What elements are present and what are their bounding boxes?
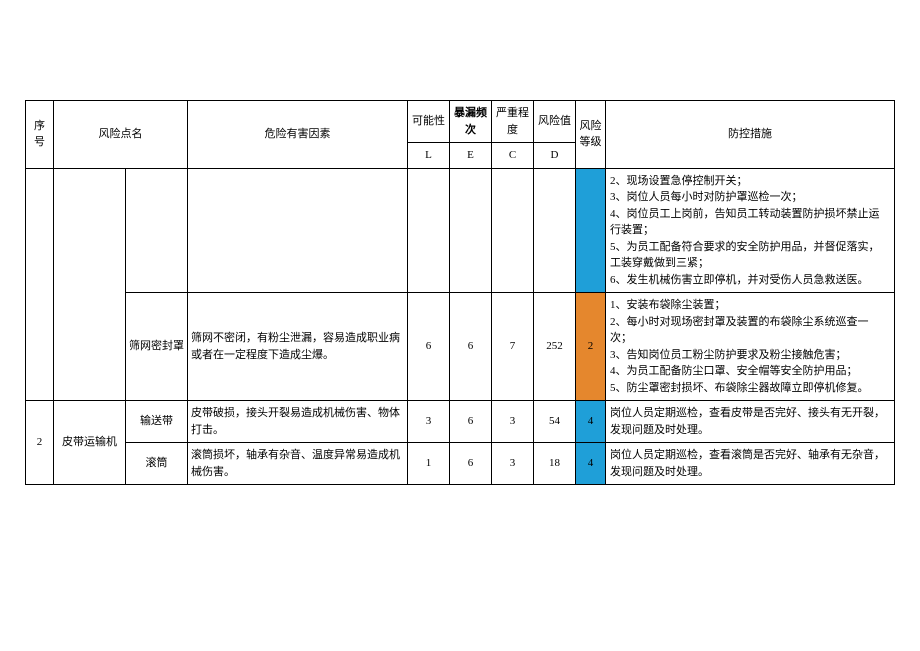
cell-sub: 输送带	[126, 401, 188, 443]
hdr-severity: 严重程度	[492, 101, 534, 143]
cell-C	[492, 168, 534, 293]
table-header: 序号 风险点名 危险有害因素 可能性 暴漏频次 严重程度 风险值 风险等级 防控…	[26, 101, 895, 169]
cell-L: 6	[408, 293, 450, 401]
cell-L	[408, 168, 450, 293]
cell-sub: 筛网密封罩	[126, 293, 188, 401]
hdr-riskpoint: 风险点名	[54, 101, 188, 169]
cell-L: 3	[408, 401, 450, 443]
cell-level	[576, 168, 606, 293]
hdr-measure: 防控措施	[606, 101, 895, 169]
hdr-risklevel: 风险等级	[576, 101, 606, 169]
cell-C: 7	[492, 293, 534, 401]
table-row: 2、现场设置急停控制开关；3、岗位人员每小时对防护罩巡检一次；4、岗位员工上岗前…	[26, 168, 895, 293]
table-body: 2、现场设置急停控制开关；3、岗位人员每小时对防护罩巡检一次；4、岗位员工上岗前…	[26, 168, 895, 485]
cell-C: 3	[492, 401, 534, 443]
cell-level: 4	[576, 443, 606, 485]
hdr-L: L	[408, 143, 450, 169]
cell-D	[534, 168, 576, 293]
cell-L: 1	[408, 443, 450, 485]
cell-D: 54	[534, 401, 576, 443]
cell-E: 6	[450, 443, 492, 485]
hdr-E: E	[450, 143, 492, 169]
cell-sub: 滚筒	[126, 443, 188, 485]
cell-C: 3	[492, 443, 534, 485]
cell-E: 6	[450, 401, 492, 443]
hdr-D: D	[534, 143, 576, 169]
hdr-C: C	[492, 143, 534, 169]
cell-D: 252	[534, 293, 576, 401]
cell-riskpoint	[54, 168, 126, 401]
cell-factor: 筛网不密闭，有粉尘泄漏，容易造成职业病或者在一定程度下造成尘爆。	[188, 293, 408, 401]
cell-level: 2	[576, 293, 606, 401]
cell-seq: 2	[26, 401, 54, 485]
cell-measure: 1、安装布袋除尘装置；2、每小时对现场密封罩及装置的布袋除尘系统巡查一次；3、告…	[606, 293, 895, 401]
hdr-seq: 序号	[26, 101, 54, 169]
cell-measure: 2、现场设置急停控制开关；3、岗位人员每小时对防护罩巡检一次；4、岗位员工上岗前…	[606, 168, 895, 293]
table-row: 2 皮带运输机 输送带 皮带破损，接头开裂易造成机械伤害、物体打击。 3 6 3…	[26, 401, 895, 443]
table-row: 筛网密封罩 筛网不密闭，有粉尘泄漏，容易造成职业病或者在一定程度下造成尘爆。 6…	[26, 293, 895, 401]
cell-level: 4	[576, 401, 606, 443]
hdr-riskvalue: 风险值	[534, 101, 576, 143]
cell-sub	[126, 168, 188, 293]
cell-measure: 岗位人员定期巡检，查看滚筒是否完好、轴承有无杂音，发现问题及时处理。	[606, 443, 895, 485]
cell-E: 6	[450, 293, 492, 401]
hdr-possibility: 可能性	[408, 101, 450, 143]
cell-E	[450, 168, 492, 293]
cell-factor: 皮带破损，接头开裂易造成机械伤害、物体打击。	[188, 401, 408, 443]
table-row: 滚筒 滚筒损坏，轴承有杂音、温度异常易造成机械伤害。 1 6 3 18 4 岗位…	[26, 443, 895, 485]
cell-factor: 滚筒损坏，轴承有杂音、温度异常易造成机械伤害。	[188, 443, 408, 485]
cell-riskpoint: 皮带运输机	[54, 401, 126, 485]
hdr-exposure: 暴漏频次	[450, 101, 492, 143]
cell-seq	[26, 168, 54, 401]
cell-measure: 岗位人员定期巡检，查看皮带是否完好、接头有无开裂，发现问题及时处理。	[606, 401, 895, 443]
cell-D: 18	[534, 443, 576, 485]
cell-factor	[188, 168, 408, 293]
hdr-factor: 危险有害因素	[188, 101, 408, 169]
risk-table: 序号 风险点名 危险有害因素 可能性 暴漏频次 严重程度 风险值 风险等级 防控…	[25, 100, 895, 485]
